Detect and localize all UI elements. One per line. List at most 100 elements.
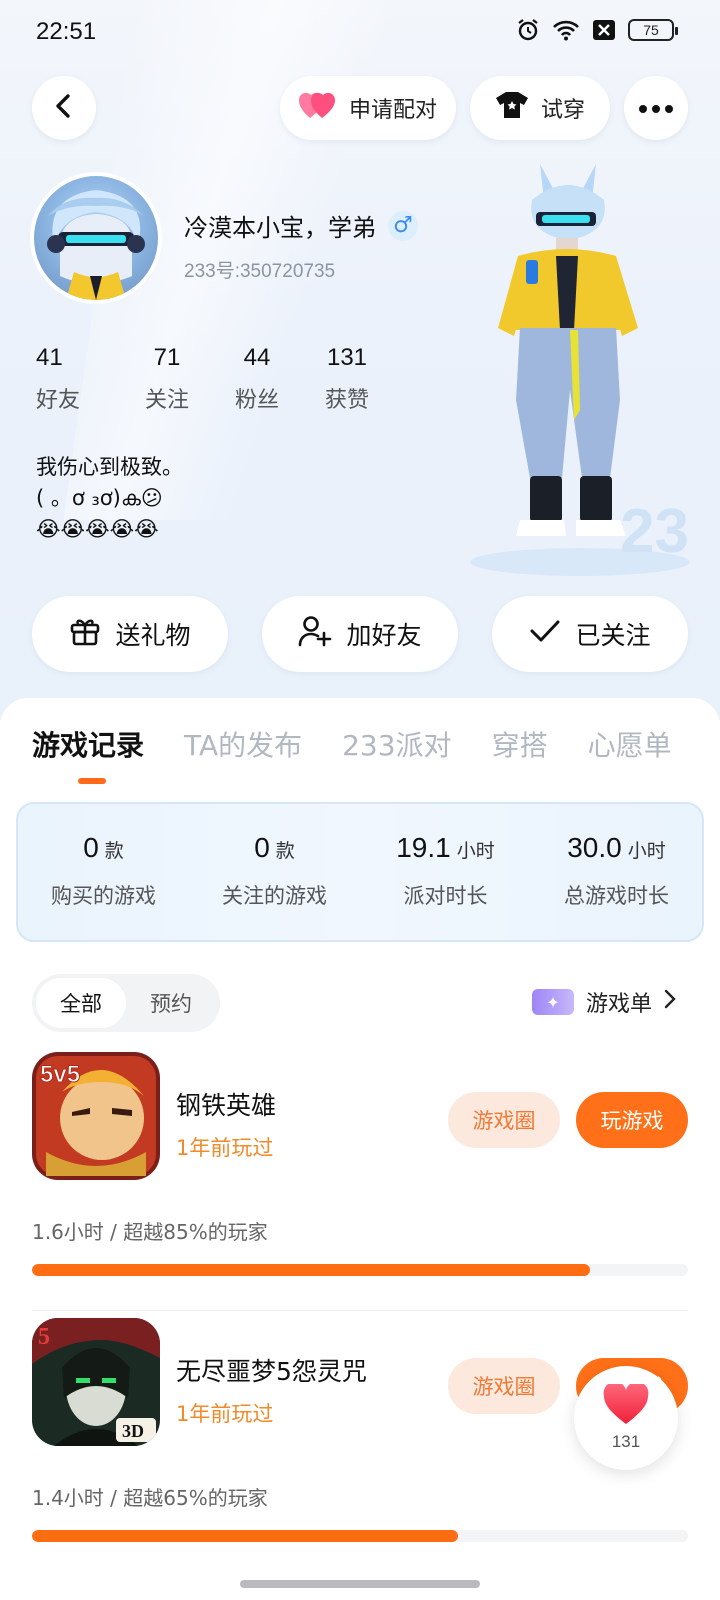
summary-total-play-time[interactable]: 30.0 小时 总游戏时长 xyxy=(531,804,702,940)
game-progress-fill xyxy=(32,1264,590,1276)
tab-party[interactable]: 233派对 xyxy=(342,724,451,764)
request-match-label: 申请配对 xyxy=(348,98,437,123)
summary-party-duration[interactable]: 19.1 小时 派对时长 xyxy=(360,804,531,940)
game-circle-button[interactable]: 游戏圈 xyxy=(448,1092,560,1148)
like-count: 131 xyxy=(611,1432,641,1451)
game-play-stat: 1.4小时 / 超越65%的玩家 xyxy=(32,1486,268,1510)
summary-value: 0 xyxy=(254,832,270,863)
stat-fans[interactable]: 44 粉丝 xyxy=(212,344,302,414)
game-filter-toggle: 全部 预约 xyxy=(32,974,220,1032)
status-bar: 22:51 75 xyxy=(0,0,720,64)
character-avatar-figure[interactable]: 233 xyxy=(470,160,720,580)
status-icons: 75 xyxy=(516,18,678,42)
game-name: 钢铁英雄 xyxy=(176,1091,277,1120)
platform-logo-mark: 233 xyxy=(620,497,690,566)
game-list-label: 游戏单 xyxy=(585,992,652,1017)
summary-unit: 款 xyxy=(275,840,295,862)
add-friend-button[interactable]: 加好友 xyxy=(262,596,458,672)
checkmark-icon xyxy=(529,618,561,650)
avatar-image xyxy=(34,176,158,300)
tab-game-records[interactable]: 游戏记录 xyxy=(32,724,144,764)
summary-unit: 小时 xyxy=(627,840,666,862)
summary-label: 总游戏时长 xyxy=(564,884,669,908)
double-heart-icon xyxy=(298,90,337,126)
summary-value: 30.0 xyxy=(567,832,622,863)
avatar[interactable] xyxy=(30,172,162,304)
username-text: 冷漠本小宝，学弟 xyxy=(184,214,376,242)
game-progress-bar xyxy=(32,1530,688,1542)
like-floating-button[interactable]: 131 xyxy=(574,1366,678,1470)
stat-label: 粉丝 xyxy=(234,388,279,413)
game-progress-fill xyxy=(32,1530,459,1542)
summary-followed-games[interactable]: 0款 关注的游戏 xyxy=(189,804,360,940)
stat-value: 71 xyxy=(153,344,181,371)
male-gender-icon: ♂ xyxy=(388,210,418,241)
gift-icon xyxy=(69,615,101,653)
summary-unit: 小时 xyxy=(456,840,495,862)
summary-label: 关注的游戏 xyxy=(222,884,327,908)
more-button[interactable] xyxy=(624,76,688,140)
summary-label: 派对时长 xyxy=(403,884,488,908)
chevron-left-icon xyxy=(52,92,76,124)
send-gift-button[interactable]: 送礼物 xyxy=(32,596,228,672)
status-time: 22:51 xyxy=(36,18,97,45)
game-play-stat: 1.6小时 / 超越85%的玩家 xyxy=(32,1220,268,1244)
summary-value: 19.1 xyxy=(396,832,451,863)
game-progress-bar xyxy=(32,1264,688,1276)
user-id[interactable]: 233号:350720735 xyxy=(184,256,335,283)
game-item[interactable]: 5v5 钢铁英雄 1年前玩过 游戏圈 玩游戏 1.6小时 / 超越85%的玩家 xyxy=(0,1052,720,1324)
battery-level: 75 xyxy=(643,22,659,38)
heart-icon xyxy=(602,1381,650,1430)
try-on-label: 试穿 xyxy=(540,98,585,123)
chevron-right-icon xyxy=(664,989,676,1015)
stat-value: 41 xyxy=(36,344,63,371)
profile-bio: 我伤心到极致。 ( 。ơ ₃ơ)ക😕 😭😭😭😭😭 xyxy=(36,455,183,541)
game-circle-button[interactable]: 游戏圈 xyxy=(448,1358,560,1414)
tshirt-icon xyxy=(495,90,529,126)
stat-label: 获赞 xyxy=(324,388,369,413)
wifi-icon xyxy=(552,19,580,41)
stat-value: 131 xyxy=(326,344,368,371)
game-last-played: 1年前玩过 xyxy=(176,1402,274,1426)
game-list-link[interactable]: ✦ 游戏单 xyxy=(531,986,676,1018)
stat-friends[interactable]: 41 好友 xyxy=(36,344,122,414)
followed-label: 已关注 xyxy=(575,621,651,650)
request-match-button[interactable]: 申请配对 xyxy=(280,76,456,140)
summary-label: 购买的游戏 xyxy=(51,884,156,908)
profile-tabs: 游戏记录 TA的发布 233派对 穿搭 心愿单 xyxy=(32,724,672,764)
username: 冷漠本小宝，学弟 ♂ xyxy=(184,208,418,243)
stat-value: 44 xyxy=(243,344,271,371)
stat-label: 好友 xyxy=(36,388,81,413)
play-game-button[interactable]: 玩游戏 xyxy=(576,1092,688,1148)
home-indicator[interactable] xyxy=(240,1580,480,1588)
alarm-icon xyxy=(516,18,540,42)
stat-likes[interactable]: 131 获赞 xyxy=(302,344,392,414)
tab-wishlist[interactable]: 心愿单 xyxy=(588,724,672,764)
sparkle-icon: ✦ xyxy=(531,989,574,1015)
summary-purchased-games[interactable]: 0款 购买的游戏 xyxy=(18,804,189,940)
game-icon-badge-text: 5v5 xyxy=(40,1061,80,1088)
tab-outfits[interactable]: 穿搭 xyxy=(492,724,548,764)
back-button[interactable] xyxy=(32,76,96,140)
stat-following[interactable]: 71 关注 xyxy=(122,344,212,414)
x-box-icon xyxy=(592,19,616,41)
divider xyxy=(32,1310,688,1311)
game-summary-card: 0款 购买的游戏 0款 关注的游戏 19.1 小时 派对时长 30.0 小时 总游戏… xyxy=(16,802,704,942)
followed-button[interactable]: 已关注 xyxy=(492,596,688,672)
add-user-icon xyxy=(298,615,332,653)
stat-label: 关注 xyxy=(144,388,189,413)
tab-posts[interactable]: TA的发布 xyxy=(184,724,302,764)
battery-icon: 75 xyxy=(628,19,678,41)
more-icon xyxy=(638,99,674,118)
game-icon-endless-nightmare[interactable]: 3D 5 xyxy=(32,1318,160,1446)
game-name: 无尽噩梦5怨灵咒 xyxy=(176,1357,367,1386)
filter-all[interactable]: 全部 xyxy=(36,978,126,1028)
active-tab-indicator xyxy=(78,778,106,784)
filter-reserved[interactable]: 预约 xyxy=(126,978,216,1028)
game-last-played: 1年前玩过 xyxy=(176,1136,274,1160)
summary-value: 0 xyxy=(83,832,99,863)
try-on-button[interactable]: 试穿 xyxy=(470,76,610,140)
game-icon-badge-text: 3D xyxy=(122,1421,144,1441)
game-icon-steel-hero[interactable]: 5v5 xyxy=(32,1052,160,1180)
send-gift-label: 送礼物 xyxy=(115,621,191,650)
